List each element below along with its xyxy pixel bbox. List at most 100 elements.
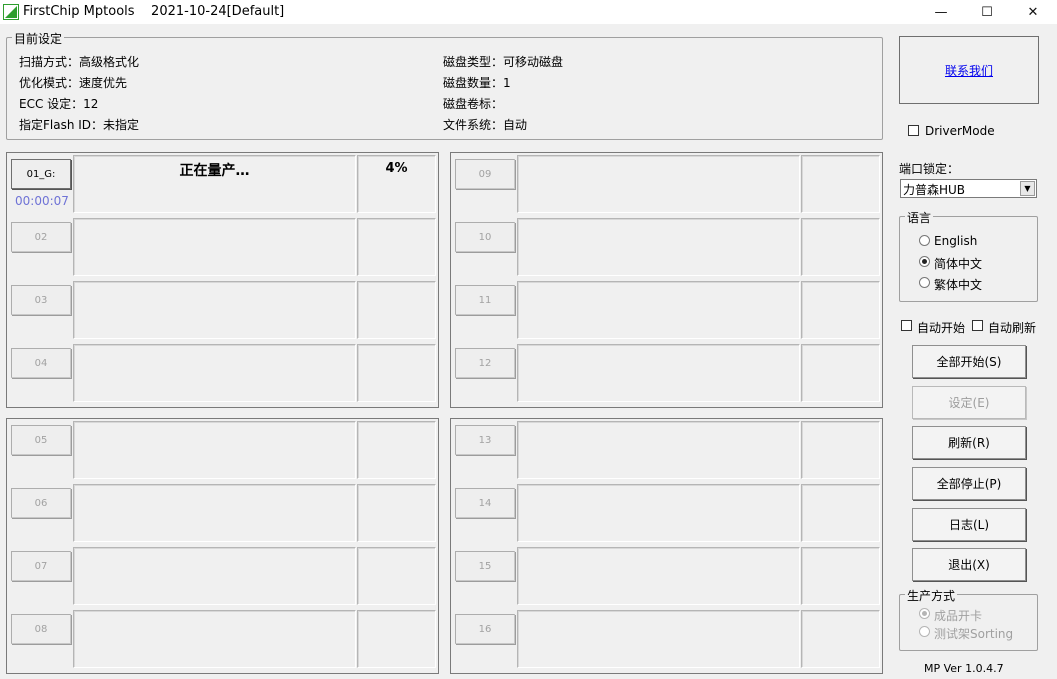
stop-all-button[interactable]: 全部停止(P)	[912, 467, 1026, 500]
driver-mode-label: DriverMode	[925, 124, 995, 138]
exit-button[interactable]: 退出(X)	[912, 548, 1026, 581]
port-status-cell	[517, 281, 800, 339]
chevron-down-icon[interactable]: ▼	[1020, 181, 1035, 196]
port-progress-cell	[801, 281, 880, 339]
version-text: MP Ver 1.0.4.7	[924, 662, 1004, 675]
port-progress-cell	[801, 155, 880, 213]
port-progress-cell	[357, 344, 436, 402]
port-status-cell	[517, 155, 800, 213]
port-progress-cell	[357, 547, 436, 605]
port-button[interactable]: 03	[11, 285, 71, 315]
flash-id-text: 指定Flash ID：未指定	[19, 118, 140, 132]
port-button[interactable]: 15	[455, 551, 515, 581]
minimize-icon: —	[934, 4, 948, 20]
port-button[interactable]: 14	[455, 488, 515, 518]
port-timer: 00:00:07	[15, 194, 69, 208]
port-status-cell	[73, 281, 356, 339]
port-progress-cell	[357, 218, 436, 276]
port-progress-cell	[801, 218, 880, 276]
optimize-mode-text: 优化模式：速度优先	[19, 76, 128, 90]
port-status-cell	[73, 484, 356, 542]
port-progress-cell	[357, 421, 436, 479]
port-button[interactable]: 05	[11, 425, 71, 455]
port-button[interactable]: 01_G:	[11, 159, 71, 189]
radio-traditional-chinese[interactable]	[919, 277, 930, 288]
port-status-cell	[517, 344, 800, 402]
port-button[interactable]: 09	[455, 159, 515, 189]
window-title: FirstChip Mptools 2021-10-24[Default]	[23, 4, 285, 19]
contact-us-link[interactable]: 联系我们	[945, 62, 993, 79]
port-status-cell	[73, 218, 356, 276]
port-button[interactable]: 13	[455, 425, 515, 455]
port-button[interactable]: 10	[455, 222, 515, 252]
port-status-cell	[73, 610, 356, 668]
start-all-button[interactable]: 全部开始(S)	[912, 345, 1026, 378]
port-button[interactable]: 06	[11, 488, 71, 518]
production-finished-label: 成品开卡	[934, 609, 983, 623]
port-progress-cell	[801, 484, 880, 542]
driver-mode-checkbox[interactable]	[908, 125, 919, 136]
minimize-button[interactable]: —	[918, 0, 964, 24]
settings-button[interactable]: 设定(E)	[912, 386, 1026, 419]
contact-box: 联系我们	[899, 36, 1039, 104]
port-button[interactable]: 08	[11, 614, 71, 644]
app-icon	[3, 4, 19, 20]
radio-english[interactable]	[919, 235, 930, 246]
port-status-cell	[517, 484, 800, 542]
port-lock-label: 端口锁定：	[899, 162, 960, 176]
port-progress-cell	[801, 547, 880, 605]
port-progress-cell	[357, 610, 436, 668]
refresh-button[interactable]: 刷新(R)	[912, 426, 1026, 459]
port-button[interactable]: 02	[11, 222, 71, 252]
radio-simplified-chinese[interactable]	[919, 256, 930, 267]
radio-selected-dot	[922, 259, 927, 264]
port-status-cell	[517, 218, 800, 276]
production-sorting-label: 测试架Sorting	[934, 627, 1014, 641]
language-traditional-label: 繁体中文	[934, 278, 983, 292]
port-status-text: 正在量产…	[179, 163, 250, 179]
file-system-text: 文件系统：自动	[443, 118, 528, 132]
port-lock-value: 力普森HUB	[903, 183, 966, 197]
port-button[interactable]: 04	[11, 348, 71, 378]
port-status-cell	[73, 421, 356, 479]
port-status-cell	[517, 610, 800, 668]
current-settings-label: 目前设定	[12, 30, 65, 47]
port-progress-cell	[801, 610, 880, 668]
port-progress-cell	[357, 484, 436, 542]
port-button[interactable]: 16	[455, 614, 515, 644]
port-button[interactable]: 11	[455, 285, 515, 315]
ecc-setting-text: ECC 设定：12	[19, 97, 99, 111]
auto-refresh-label: 自动刷新	[988, 321, 1037, 335]
language-simplified-label: 简体中文	[934, 257, 983, 271]
port-button[interactable]: 07	[11, 551, 71, 581]
scan-mode-text: 扫描方式：高级格式化	[19, 55, 140, 69]
auto-refresh-checkbox[interactable]	[972, 320, 983, 331]
close-icon: ✕	[1027, 4, 1039, 20]
auto-start-checkbox[interactable]	[901, 320, 912, 331]
port-status-cell	[73, 547, 356, 605]
auto-start-label: 自动开始	[917, 321, 966, 335]
production-mode-label: 生产方式	[905, 587, 958, 604]
language-group-label: 语言	[905, 209, 934, 226]
port-status-cell	[517, 547, 800, 605]
port-status-cell	[517, 421, 800, 479]
language-english-label: English	[934, 234, 978, 248]
disk-count-text: 磁盘数量：1	[443, 76, 511, 90]
radio-finished-product[interactable]	[919, 608, 930, 619]
port-button[interactable]: 12	[455, 348, 515, 378]
radio-selected-dot	[922, 611, 927, 616]
close-button[interactable]: ✕	[1010, 0, 1056, 24]
maximize-icon: ☐	[981, 4, 993, 20]
port-status-cell	[73, 344, 356, 402]
disk-type-text: 磁盘类型：可移动磁盘	[443, 55, 564, 69]
log-button[interactable]: 日志(L)	[912, 508, 1026, 541]
port-lock-select[interactable]: 力普森HUB ▼	[900, 179, 1037, 198]
port-progress-cell	[801, 344, 880, 402]
maximize-button[interactable]: ☐	[964, 0, 1010, 24]
port-progress-cell	[801, 421, 880, 479]
port-progress-cell	[357, 281, 436, 339]
port-percent-text: 4%	[385, 161, 408, 176]
volume-label-text: 磁盘卷标：	[443, 97, 504, 111]
radio-test-sorting[interactable]	[919, 626, 930, 637]
title-bar: FirstChip Mptools 2021-10-24[Default] — …	[0, 0, 1057, 24]
